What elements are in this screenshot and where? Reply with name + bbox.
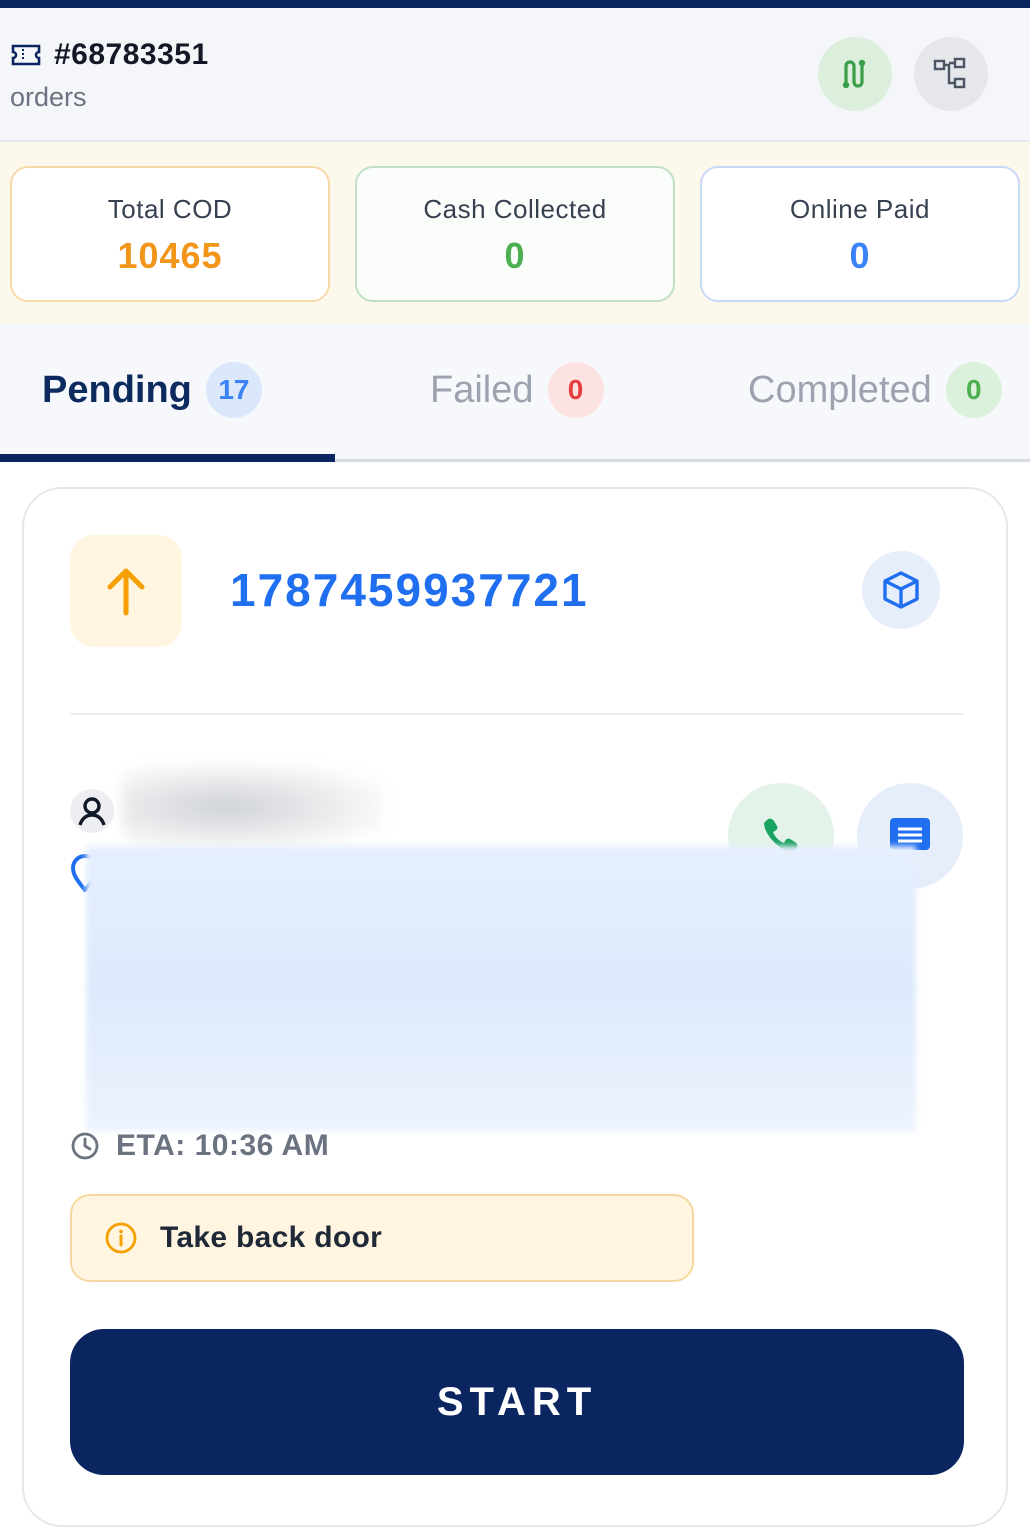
eta-row: ETA: 10:36 AM [70,1129,329,1163]
total-cod-card: Total COD 10465 [10,166,330,302]
top-accent-bar [0,0,1030,8]
total-cod-label: Total COD [107,194,233,224]
delivery-note-text: Take back door [160,1221,383,1254]
direction-badge [70,535,182,647]
package-details-button[interactable] [862,551,940,629]
cash-collected-label: Cash Collected [423,194,607,224]
ticket-icon [11,44,41,66]
route-header: #68783351 orders [0,8,1030,142]
hierarchy-icon [933,57,966,89]
customer-icon [70,789,114,833]
tab-completed-label: Completed [748,368,932,411]
online-paid-label: Online Paid [790,194,930,224]
hierarchy-view-button[interactable] [914,37,988,111]
route-icon [842,59,866,89]
clock-icon [71,1132,99,1160]
tab-pending-count: 17 [205,362,262,418]
cash-collected-value: 0 [504,235,526,276]
cod-summary: Total COD 10465 Cash Collected 0 Online … [0,142,1030,324]
total-cod-value: 10465 [117,235,223,276]
order-card[interactable]: 1787459937721 ETA: 10:36 AM Take back do… [22,487,1008,1527]
route-subtitle: orders [10,82,87,112]
tab-failed[interactable]: Failed 0 [430,362,604,418]
online-paid-card: Online Paid 0 [700,166,1020,302]
route-id-row: #68783351 [10,38,209,72]
cash-collected-card: Cash Collected 0 [355,166,675,302]
package-box-icon [883,571,919,609]
order-number[interactable]: 1787459937721 [230,563,589,617]
tab-pending[interactable]: Pending 17 [42,362,262,418]
route-number: #68783351 [54,38,209,71]
order-status-tabs: Pending 17 Failed 0 Completed 0 [0,324,1030,462]
tab-pending-label: Pending [42,368,192,411]
online-paid-value: 0 [849,235,871,276]
route-map-button[interactable] [818,37,892,111]
tab-failed-count: 0 [547,362,604,418]
start-button[interactable]: START [70,1329,964,1475]
arrow-up-icon [107,568,145,616]
tab-completed[interactable]: Completed 0 [748,362,1002,418]
active-tab-indicator [0,454,335,462]
info-icon [105,1222,137,1254]
card-divider [70,713,964,715]
tab-failed-label: Failed [430,368,534,411]
delivery-note: Take back door [70,1194,694,1282]
eta-text: ETA: 10:36 AM [116,1129,330,1162]
tab-completed-count: 0 [945,362,1002,418]
customer-address-redacted [86,846,916,1131]
customer-name-redacted [122,765,382,849]
